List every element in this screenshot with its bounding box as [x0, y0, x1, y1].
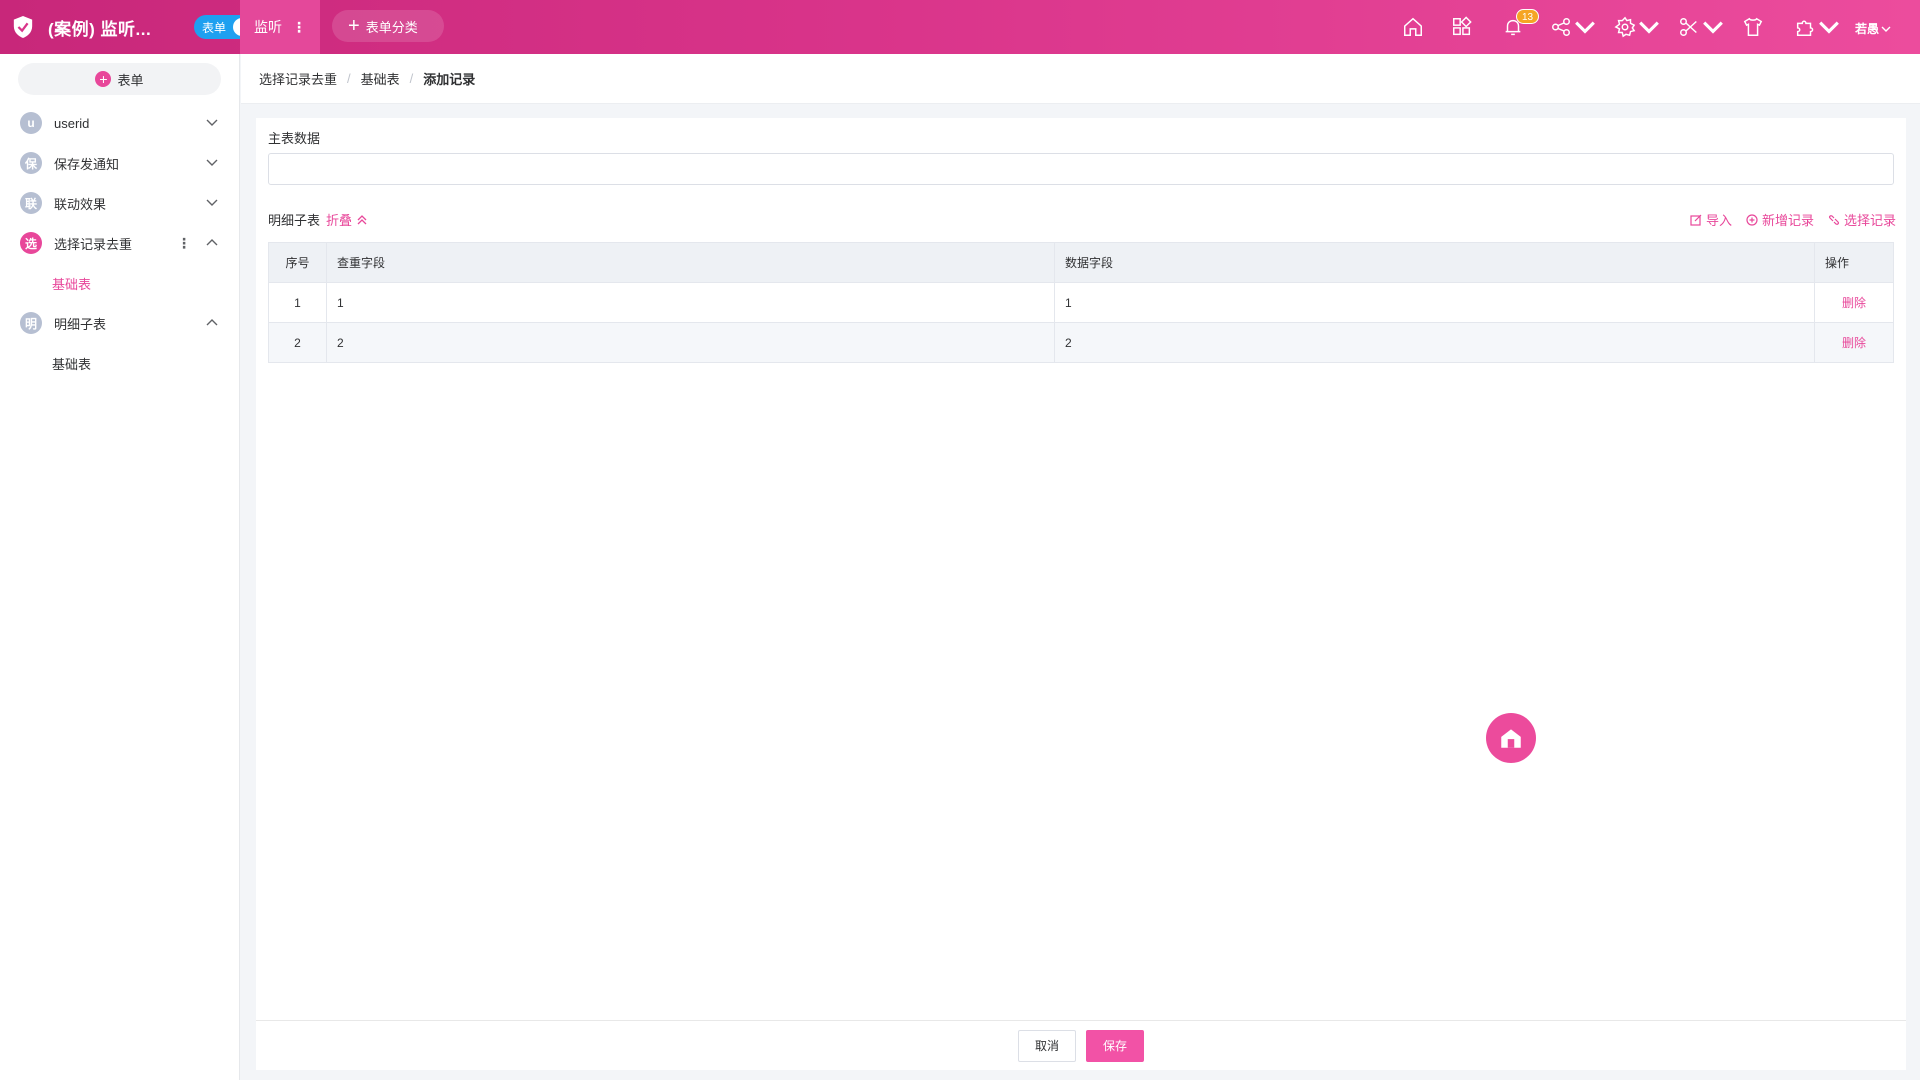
chevron-down-icon — [206, 199, 218, 206]
import-label: 导入 — [1705, 213, 1732, 228]
data-field-cell[interactable]: 2 — [1054, 322, 1815, 363]
chevron-up-icon — [206, 319, 218, 326]
avatar: u — [20, 112, 42, 134]
plus-circle-icon — [1746, 213, 1758, 226]
sidebar-item-save-notify[interactable]: 保 保存发通知 — [0, 143, 239, 183]
shirt-icon[interactable] — [1742, 15, 1764, 39]
form-footer: 取消 保存 — [256, 1020, 1906, 1070]
chevron-down-icon — [1639, 21, 1659, 34]
chevron-up-icon — [206, 239, 218, 246]
chevron-down-icon — [206, 119, 218, 126]
top-bar: (案例) 监听... 表单 监听 ⋮ + 表单分类 13 若愚 — [0, 0, 1920, 54]
gear-icon[interactable] — [1614, 15, 1660, 39]
delete-button[interactable]: 删除 — [1814, 322, 1894, 363]
column-header: 查重字段 — [326, 242, 1055, 283]
apps-icon[interactable] — [1451, 15, 1473, 39]
edit-icon — [1690, 214, 1702, 226]
collapse-toggle[interactable]: 折叠 — [326, 210, 368, 229]
plus-circle-icon: + — [95, 71, 112, 87]
add-category-button[interactable]: + 表单分类 — [332, 10, 444, 42]
avatar: 选 — [20, 232, 42, 254]
row-index: 2 — [268, 322, 327, 363]
table-header-row: 序号 查重字段 数据字段 操作 — [268, 242, 1894, 283]
toggle-label: 表单 — [202, 20, 227, 35]
sidebar-item-label: 选择记录去重 — [54, 236, 133, 252]
sidebar-item-select-dedupe[interactable]: 选 选择记录去重 ⋮ — [0, 223, 239, 263]
user-name: 若愚 — [1855, 22, 1880, 36]
home-icon[interactable] — [1402, 15, 1424, 39]
main-section-label: 主表数据 — [268, 131, 321, 146]
cancel-button[interactable]: 取消 — [1017, 1029, 1076, 1062]
sidebar-item-label: userid — [54, 115, 90, 131]
chevron-down-icon — [206, 159, 218, 166]
sidebar-item-detail-subtable[interactable]: 明 明细子表 — [0, 303, 239, 343]
tab-label: 监听 — [254, 19, 282, 35]
dedupe-field-cell[interactable]: 2 — [326, 322, 1055, 363]
more-vertical-icon[interactable]: ⋮ — [292, 19, 306, 36]
data-field-cell[interactable]: 1 — [1054, 282, 1815, 323]
form-panel: 主表数据 明细子表 折叠 导入 新增记录 选择记录 序号 查重字段 数据字段 操… — [256, 118, 1906, 1020]
breadcrumb-current: 添加记录 — [423, 72, 476, 87]
tab-active[interactable]: 监听 ⋮ — [240, 0, 320, 54]
sidebar-item-userid[interactable]: u userid — [0, 103, 239, 143]
sidebar-subitem-basic-table[interactable]: 基础表 — [0, 343, 239, 383]
sidebar: + 表单 u userid 保 保存发通知 联 联动效果 选 选择记录去重 ⋮ … — [0, 54, 240, 1080]
avatar: 保 — [20, 152, 42, 174]
row-index: 1 — [268, 282, 327, 323]
double-chevron-up-icon — [357, 214, 367, 224]
column-header: 序号 — [268, 242, 327, 283]
scissors-icon[interactable] — [1678, 15, 1724, 39]
add-form-label: 表单 — [117, 72, 144, 88]
breadcrumb: 选择记录去重 / 基础表 / 添加记录 — [241, 54, 1920, 104]
sidebar-subitem-basic-table[interactable]: 基础表 — [0, 263, 239, 303]
sidebar-item-label: 保存发通知 — [54, 156, 120, 172]
link-icon — [1828, 214, 1839, 225]
chevron-down-icon — [1703, 21, 1723, 34]
notification-badge: 13 — [1516, 9, 1540, 24]
table-row: 2 2 2 删除 — [268, 322, 1894, 363]
share-icon[interactable] — [1550, 15, 1596, 39]
table-row: 1 1 1 删除 — [268, 282, 1894, 323]
app-title: (案例) 监听... — [48, 19, 152, 39]
user-menu[interactable]: 若愚 — [1855, 20, 1891, 37]
add-form-button[interactable]: + 表单 — [18, 63, 221, 95]
home-icon — [1501, 729, 1521, 748]
detail-table: 序号 查重字段 数据字段 操作 1 1 1 删除 2 2 2 删除 — [268, 242, 1894, 363]
dedupe-field-cell[interactable]: 1 — [326, 282, 1055, 323]
subtable-header: 明细子表 折叠 — [268, 210, 368, 229]
subtable-actions: 导入 新增记录 选择记录 — [1676, 210, 1896, 229]
sidebar-item-linkage[interactable]: 联 联动效果 — [0, 183, 239, 223]
sidebar-item-label: 明细子表 — [54, 316, 107, 332]
more-vertical-icon[interactable]: ⋮ — [177, 235, 191, 252]
select-record-label: 选择记录 — [1843, 213, 1896, 228]
column-header: 操作 — [1814, 242, 1894, 283]
chevron-down-icon — [1881, 26, 1891, 32]
subtable-label: 明细子表 — [268, 213, 321, 228]
save-button[interactable]: 保存 — [1086, 1029, 1145, 1062]
delete-button[interactable]: 删除 — [1814, 282, 1894, 323]
bell-icon[interactable]: 13 — [1502, 9, 1540, 39]
chevron-down-icon — [1575, 21, 1595, 34]
avatar: 明 — [20, 312, 42, 334]
floating-home-button[interactable] — [1486, 713, 1536, 763]
add-record-label: 新增记录 — [1761, 213, 1814, 228]
sidebar-item-label: 联动效果 — [54, 196, 107, 212]
shield-check-icon — [13, 16, 33, 38]
collapse-label: 折叠 — [326, 213, 353, 228]
breadcrumb-separator: / — [347, 71, 351, 86]
breadcrumb-item[interactable]: 选择记录去重 — [259, 69, 337, 88]
breadcrumb-separator: / — [409, 71, 414, 86]
chevron-down-icon — [1819, 21, 1839, 34]
import-button[interactable]: 导入 — [1690, 210, 1732, 229]
add-category-label: 表单分类 — [365, 19, 418, 35]
column-header: 数据字段 — [1054, 242, 1815, 283]
breadcrumb-item[interactable]: 基础表 — [361, 69, 400, 88]
select-record-button[interactable]: 选择记录 — [1828, 210, 1896, 229]
plus-icon: + — [348, 15, 360, 37]
add-record-button[interactable]: 新增记录 — [1746, 210, 1814, 229]
main-data-input[interactable] — [268, 153, 1894, 185]
avatar: 联 — [20, 192, 42, 214]
puzzle-icon[interactable] — [1794, 15, 1840, 39]
